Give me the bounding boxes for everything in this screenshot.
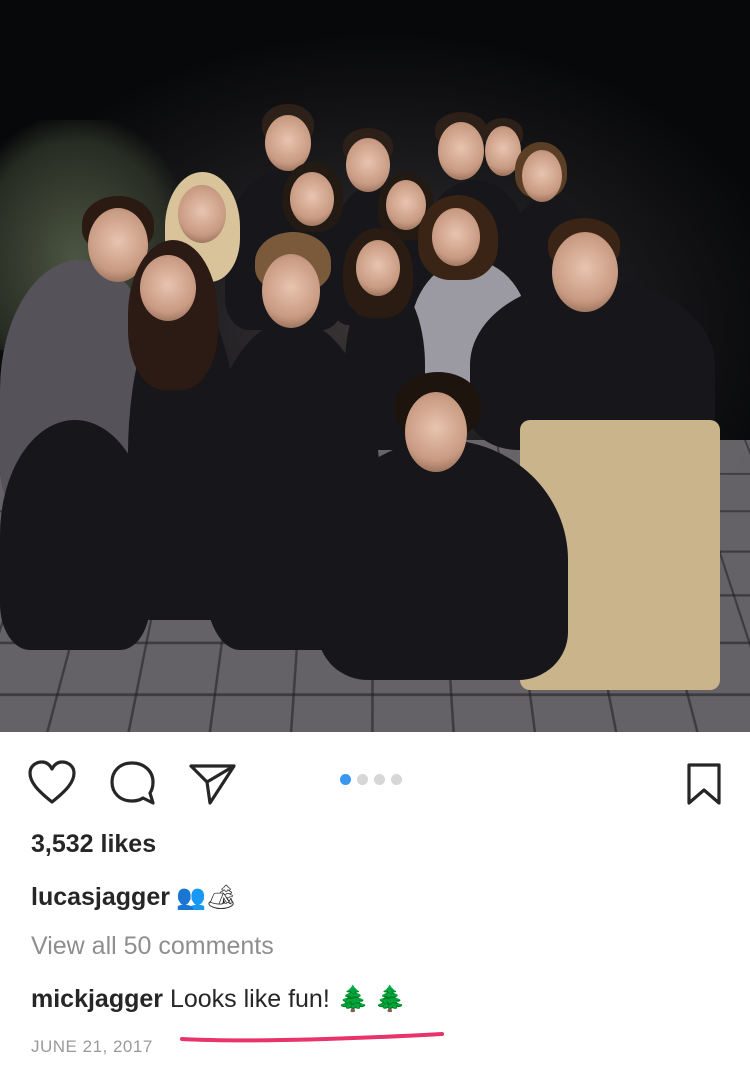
paper-plane-icon[interactable] bbox=[188, 762, 238, 806]
post-photo[interactable] bbox=[0, 0, 750, 732]
caption-username[interactable]: lucasjagger bbox=[31, 883, 170, 911]
carousel-dot bbox=[391, 774, 402, 785]
carousel-dot bbox=[340, 774, 351, 785]
heart-icon[interactable] bbox=[27, 760, 77, 806]
comment: mickjagger Looks like fun! 🌲🌲 bbox=[31, 985, 412, 1014]
likes-count[interactable]: 3,532 likes bbox=[31, 830, 156, 859]
bookmark-icon[interactable] bbox=[686, 762, 722, 806]
caption-emojis: 👥🏕 bbox=[175, 883, 237, 911]
view-all-comments-link[interactable]: View all 50 comments bbox=[31, 932, 274, 961]
red-underline-annotation bbox=[180, 1032, 444, 1043]
comment-text: Looks like fun! bbox=[169, 985, 330, 1013]
comment-username[interactable]: mickjagger bbox=[31, 985, 163, 1013]
post-date: JUNE 21, 2017 bbox=[31, 1037, 153, 1056]
carousel-dot bbox=[357, 774, 368, 785]
post-caption: lucasjagger 👥🏕 bbox=[31, 883, 236, 912]
carousel-dot bbox=[374, 774, 385, 785]
comment-bubble-icon[interactable] bbox=[108, 760, 158, 808]
comment-emojis: 🌲🌲 bbox=[337, 985, 413, 1013]
carousel-indicator bbox=[340, 774, 402, 785]
